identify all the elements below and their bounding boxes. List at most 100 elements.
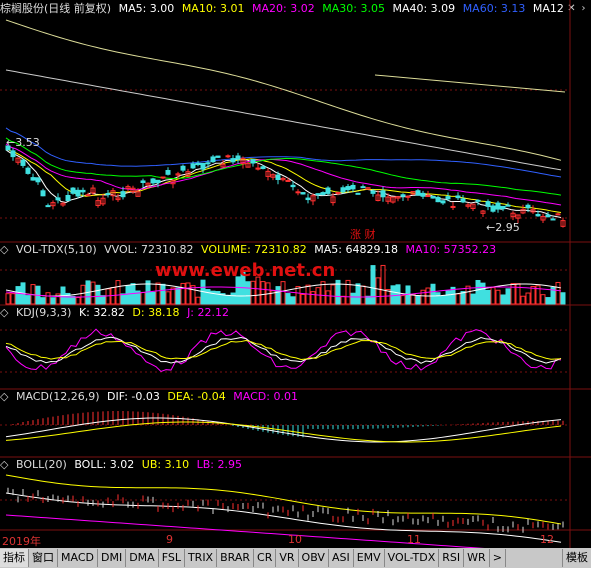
volume-bar	[315, 287, 321, 305]
candle-body	[275, 174, 281, 181]
ma-line	[374, 74, 566, 93]
tab-rsi[interactable]: RSI	[439, 549, 465, 567]
tab-asi[interactable]: ASI	[329, 549, 354, 567]
volume-bar	[280, 281, 286, 305]
candle-body	[150, 178, 156, 184]
ma-line	[5, 69, 562, 171]
candle-body	[550, 218, 556, 221]
candle-body	[500, 205, 506, 210]
boll-mid-label: BOLL: 3.02	[74, 458, 135, 471]
tab-cr[interactable]: CR	[254, 549, 277, 567]
tab-emv[interactable]: EMV	[354, 549, 385, 567]
candle-body	[505, 204, 511, 207]
ma-line	[5, 137, 562, 196]
candle-body	[85, 194, 91, 197]
collapse-icon[interactable]: ◇	[0, 390, 8, 403]
volume-bar	[390, 285, 396, 305]
volume-bar	[125, 285, 131, 305]
volume-bar	[155, 282, 161, 305]
candle-body	[10, 150, 16, 158]
volume-bar	[470, 293, 476, 305]
volume-bar	[340, 295, 346, 305]
collapse-icon[interactable]: ◇	[0, 306, 8, 319]
collapse-icon[interactable]: ◇	[0, 458, 8, 471]
volume-bar	[40, 297, 46, 305]
candle-body	[215, 155, 221, 158]
volume-bar	[230, 292, 236, 305]
tab-obv[interactable]: OBV	[299, 549, 329, 567]
volume-bar	[530, 286, 536, 305]
volume-bar	[540, 294, 546, 305]
candle-body	[475, 199, 481, 202]
vol-title: VOL-TDX(5,10)	[15, 243, 97, 256]
volume-bar	[310, 291, 316, 305]
volume-bar	[500, 294, 506, 305]
volume-bar	[175, 287, 181, 305]
collapse-icon[interactable]: ◇	[0, 243, 8, 256]
candle-body	[420, 192, 426, 197]
candle-body	[295, 191, 301, 194]
candle-body	[425, 195, 431, 198]
volume-bar	[140, 291, 146, 305]
tab-dma[interactable]: DMA	[126, 549, 159, 567]
candle-body	[555, 213, 561, 216]
candle-body	[205, 162, 211, 165]
candle-body	[490, 205, 496, 212]
macd-panel-header: ◇ MACD(12,26,9) DIF: -0.03 DEA: -0.04 MA…	[0, 390, 302, 404]
date-axis-label: 2019年	[2, 535, 41, 548]
volume-bar	[545, 297, 551, 305]
volume-bar	[170, 287, 176, 305]
candle-body	[180, 165, 186, 171]
date-axis-label: 10	[288, 533, 302, 546]
tab-more-arrow[interactable]: >	[490, 549, 506, 567]
tab-dmi[interactable]: DMI	[98, 549, 127, 567]
volume-bar	[355, 283, 361, 305]
volume-bar	[5, 293, 11, 305]
volume-bar	[485, 289, 491, 305]
candle-body	[460, 198, 466, 203]
candle-body	[140, 180, 146, 183]
volume-bar	[400, 295, 406, 305]
volume-bar	[510, 283, 516, 305]
kdj-d-line	[5, 339, 562, 361]
volume-bar	[260, 281, 266, 305]
volume-bar	[430, 283, 436, 305]
candle-body	[360, 186, 366, 189]
ma-line	[5, 19, 562, 161]
candle-body	[445, 196, 451, 200]
volume-bar	[325, 290, 331, 305]
candle-body	[545, 214, 551, 218]
volume-bar	[330, 284, 336, 305]
candle-body	[315, 193, 321, 196]
tab-brar[interactable]: BRAR	[217, 549, 255, 567]
tab-vr[interactable]: VR	[276, 549, 299, 567]
candle-body	[450, 205, 456, 208]
candle-body	[345, 186, 351, 191]
candle-body	[25, 167, 31, 174]
vol-ma5-label: MA5: 64829.18	[314, 243, 398, 256]
candle-body	[355, 192, 361, 195]
volume-bar	[180, 282, 186, 305]
volume-bar	[215, 291, 221, 305]
tab-fsl[interactable]: FSL	[159, 549, 185, 567]
indicator-toolbar: 指标 窗口 MACD DMI DMA FSL TRIX BRAR CR VR O…	[0, 548, 591, 568]
candle-body	[320, 192, 326, 195]
tab-trix[interactable]: TRIX	[185, 549, 218, 567]
tab-wr[interactable]: WR	[464, 549, 490, 567]
tab-vol-tdx[interactable]: VOL-TDX	[385, 549, 440, 567]
template-button[interactable]: 模板	[562, 549, 591, 567]
candle-body	[495, 202, 501, 210]
tab-macd[interactable]: MACD	[58, 549, 98, 567]
tab-indicator[interactable]: 指标	[0, 549, 29, 567]
volume-bar	[290, 296, 296, 305]
candle-body	[285, 179, 291, 182]
volume-bar	[195, 296, 201, 305]
candle-body	[160, 176, 166, 179]
candle-body	[485, 201, 491, 207]
volume-bar	[360, 285, 366, 305]
high-price-label: ←3.53	[6, 136, 40, 149]
volume-bar	[480, 282, 486, 305]
tab-window[interactable]: 窗口	[29, 549, 58, 567]
volume-bar	[515, 283, 521, 305]
volume-bar	[45, 292, 51, 305]
